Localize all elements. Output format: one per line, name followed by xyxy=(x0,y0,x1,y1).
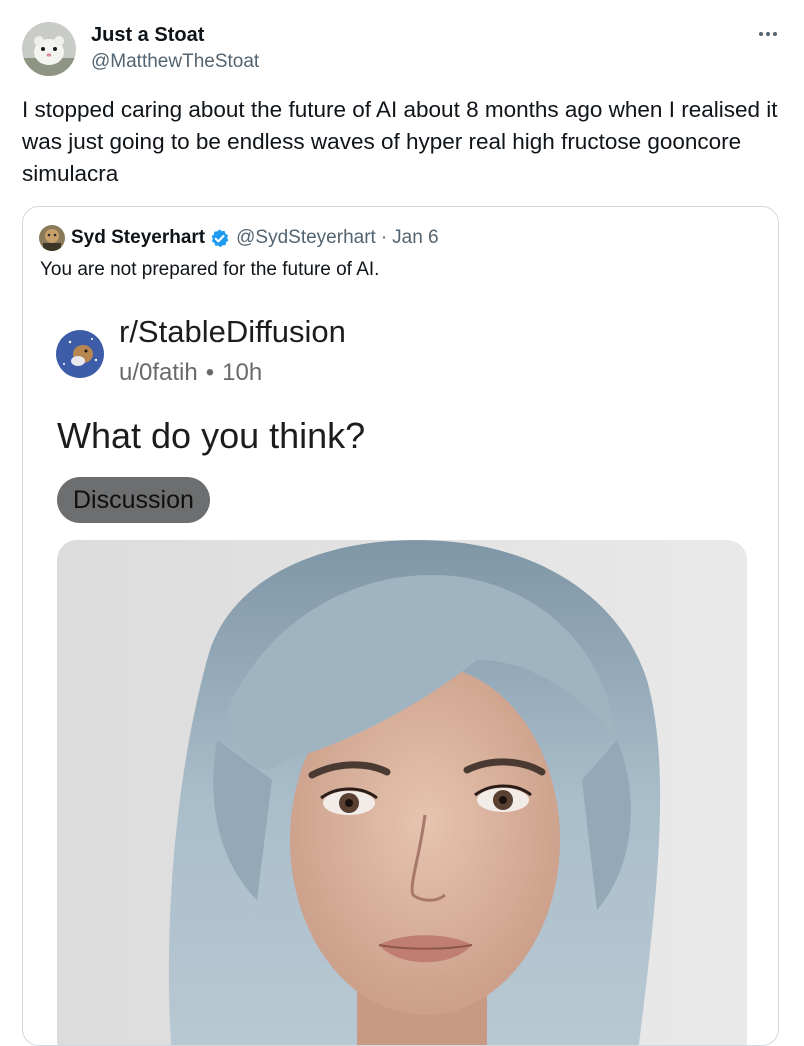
reddit-post-image[interactable] xyxy=(57,540,747,1045)
reddit-post-meta: u/0fatih • 10h xyxy=(119,357,262,389)
subreddit-avatar-icon xyxy=(56,330,104,378)
quote-date[interactable]: Jan 6 xyxy=(392,226,438,250)
quote-author-avatar[interactable] xyxy=(39,225,65,251)
more-options-button[interactable] xyxy=(752,24,784,44)
author-avatar[interactable] xyxy=(22,22,76,76)
reddit-post-age: 10h xyxy=(222,359,263,386)
quote-tweet-card[interactable]: Syd Steyerhart @SydSteyerhart · Jan 6 Yo… xyxy=(22,206,779,1046)
quote-text: You are not prepared for the future of A… xyxy=(40,259,380,280)
portrait-image-icon xyxy=(57,540,747,1045)
quote-header: Syd Steyerhart @SydSteyerhart · Jan 6 xyxy=(71,226,439,250)
verified-badge-icon xyxy=(209,228,230,249)
tweet-text: I stopped caring about the future of AI … xyxy=(22,97,778,186)
quote-author-handle[interactable]: @SydSteyerhart xyxy=(236,226,376,250)
quote-separator: · xyxy=(380,227,388,248)
subreddit-name: r/StableDiffusion xyxy=(119,314,346,349)
quote-author-name[interactable]: Syd Steyerhart xyxy=(71,226,205,250)
reddit-meta-separator: • xyxy=(205,359,215,386)
author-name[interactable]: Just a Stoat xyxy=(91,22,204,48)
quote-avatar-icon xyxy=(39,225,65,251)
reddit-username: u/0fatih xyxy=(119,359,198,386)
reddit-post-title: What do you think? xyxy=(57,415,366,456)
stoat-avatar-icon xyxy=(22,22,76,76)
more-options-icon xyxy=(759,32,763,36)
reddit-flair-badge: Discussion xyxy=(57,477,210,523)
subreddit-avatar xyxy=(56,330,104,378)
author-handle[interactable]: @MatthewTheStoat xyxy=(91,50,259,74)
